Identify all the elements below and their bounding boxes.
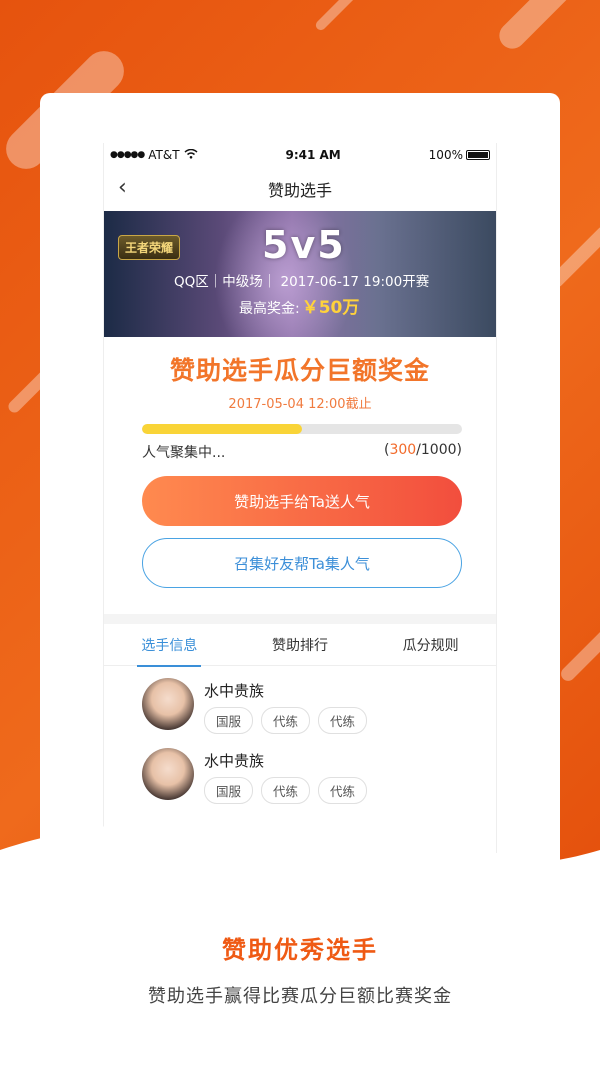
tab-sponsor-ranking[interactable]: 赞助排行 (268, 627, 332, 663)
footer-title: 赞助优秀选手 (222, 936, 378, 964)
popularity-progress (142, 424, 462, 434)
player-name: 水中贵族 (204, 752, 265, 770)
avatar (142, 748, 194, 800)
match-mode: 5v5 (262, 223, 346, 267)
progress-row: 人气聚集中... (300/1000) (142, 442, 462, 462)
player-name: 水中贵族 (204, 682, 265, 700)
avatar (142, 678, 194, 730)
status-bar: ●●●●● AT&T 9:41 AM 100% (104, 143, 496, 167)
wifi-icon (184, 148, 198, 162)
game-logo: 王者荣耀 (118, 235, 181, 260)
prize-row: 最高奖金: ￥50万 (239, 293, 359, 318)
tab-split-rules[interactable]: 瓜分规则 (399, 627, 463, 663)
invite-friends-button[interactable]: 召集好友帮Ta集人气 (142, 538, 462, 588)
battery-label: 100% (428, 148, 463, 162)
back-chevron-icon[interactable]: ‹ (118, 175, 127, 200)
progress-label: 人气聚集中... (142, 445, 226, 461)
player-tag: 代练 (318, 707, 368, 734)
player-item[interactable]: 水中贵族 国服 代练 代练 (142, 748, 496, 804)
clock: 9:41 AM (285, 148, 341, 162)
nav-bar: ‹ 赞助选手 (104, 167, 496, 211)
progress-fill (142, 424, 302, 434)
tab-player-info[interactable]: 选手信息 (137, 627, 202, 667)
prize-value: ￥50万 (301, 298, 360, 318)
signal-icon: ●●●●● (110, 150, 145, 160)
player-tag: 代练 (261, 777, 311, 804)
player-tag: 国服 (204, 777, 254, 804)
match-banner[interactable]: 王者荣耀 5v5 QQ区｜中级场｜ 2017-06-17 19:00开赛 最高奖… (104, 211, 496, 337)
deadline-text: 2017-05-04 12:00截止 (228, 397, 372, 412)
section-divider (104, 614, 496, 624)
progress-total: 1000 (420, 442, 457, 458)
promo-title: 赞助选手瓜分巨额奖金 (169, 356, 430, 385)
tab-bar: 选手信息 赞助排行 瓜分规则 (104, 624, 496, 667)
player-tag: 代练 (261, 707, 311, 734)
page-title: 赞助选手 (267, 181, 332, 200)
battery-icon (465, 150, 490, 160)
player-tag: 代练 (318, 777, 368, 804)
sponsor-button[interactable]: 赞助选手给Ta送人气 (142, 476, 462, 526)
progress-current: 300 (389, 442, 417, 458)
player-tag: 国服 (204, 707, 254, 734)
progress-count: (300/1000) (383, 442, 462, 458)
footer-subtitle: 赞助选手赢得比赛瓜分巨额比赛奖金 (148, 986, 452, 1007)
prize-label: 最高奖金: (239, 301, 300, 317)
player-item[interactable]: 水中贵族 国服 代练 代练 (142, 678, 496, 734)
match-info: QQ区｜中级场｜ 2017-06-17 19:00开赛 (174, 274, 430, 290)
carrier-label: AT&T (148, 148, 180, 162)
phone-screen: ●●●●● AT&T 9:41 AM 100% ‹ 赞助选手 王者荣耀 5v5 … (103, 143, 497, 853)
